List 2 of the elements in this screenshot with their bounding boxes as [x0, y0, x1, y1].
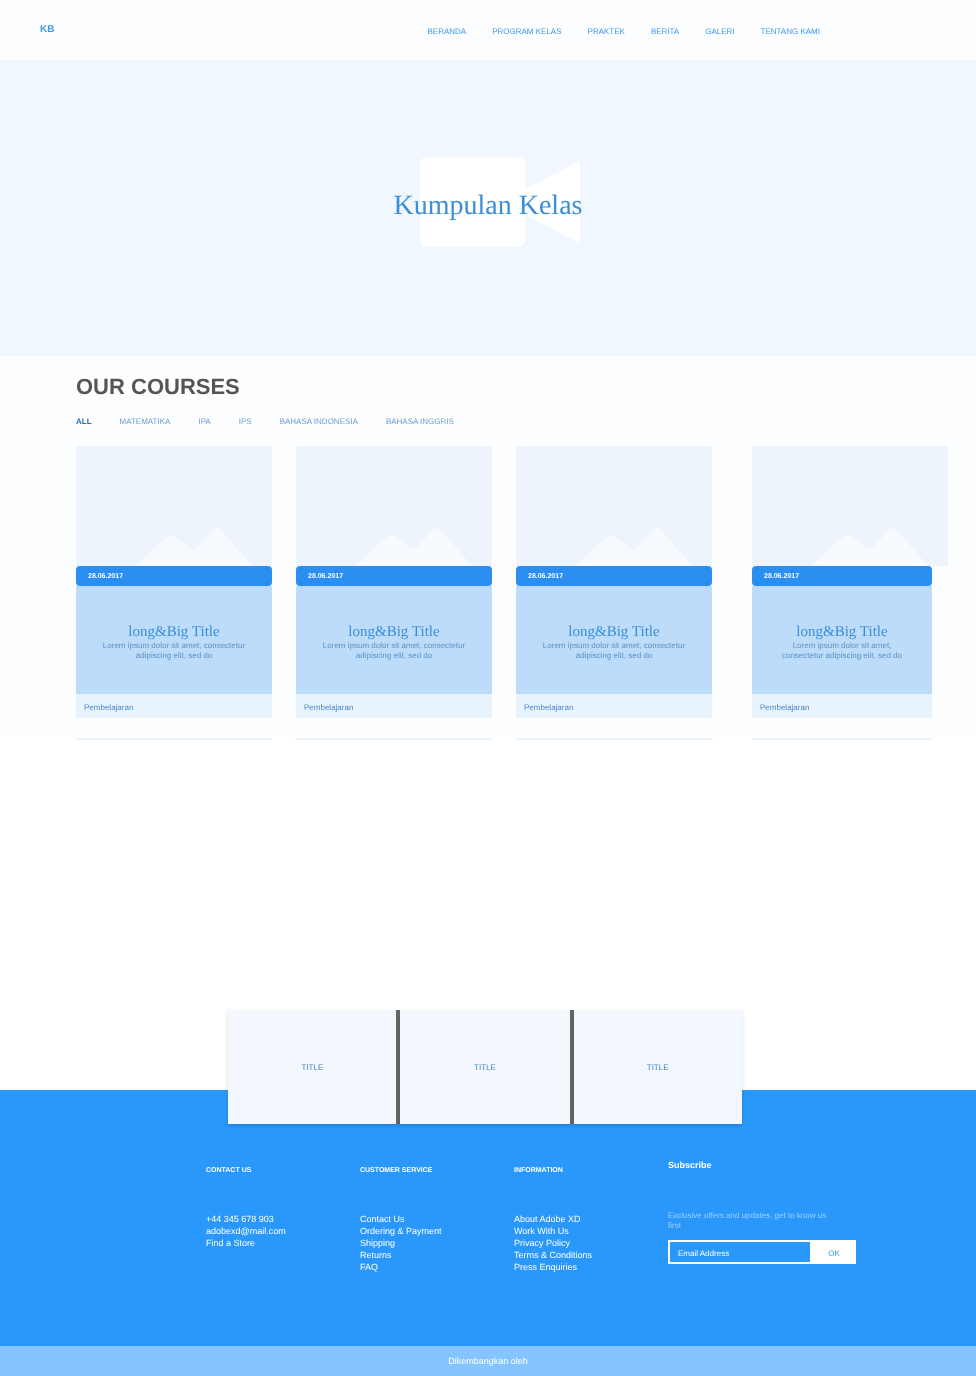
hero-title: Kumpulan Kelas [393, 192, 583, 224]
section-heading: OUR COURSES [76, 376, 242, 400]
